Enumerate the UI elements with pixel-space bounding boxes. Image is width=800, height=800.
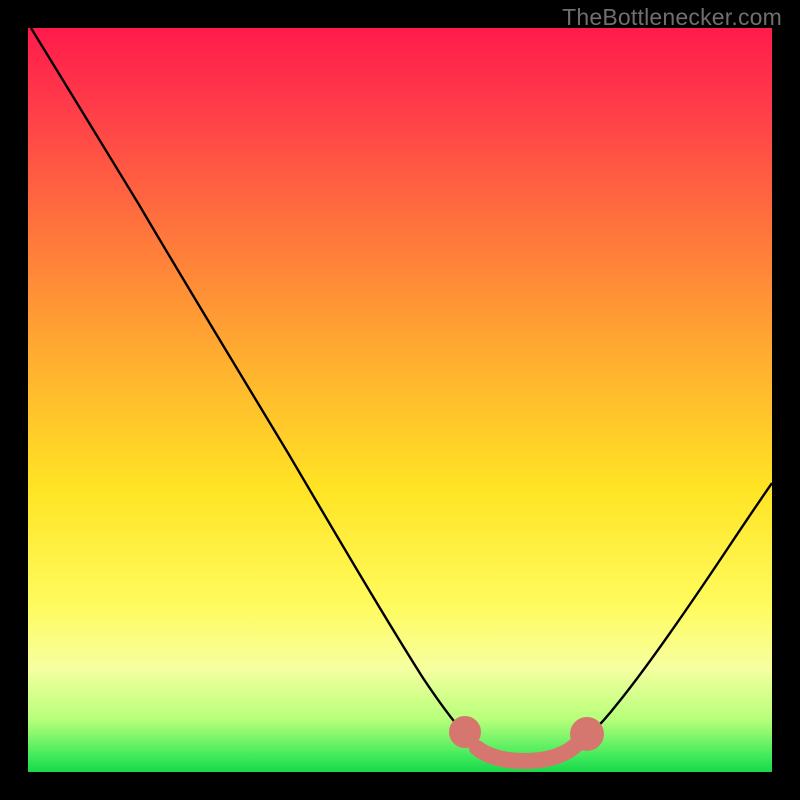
valley-highlight bbox=[457, 724, 596, 761]
watermark-text: TheBottlenecker.com bbox=[562, 4, 782, 31]
chart-frame: TheBottlenecker.com bbox=[0, 0, 800, 800]
plot-area bbox=[28, 28, 772, 772]
bottleneck-curve bbox=[28, 28, 772, 772]
curve-path bbox=[31, 28, 772, 761]
